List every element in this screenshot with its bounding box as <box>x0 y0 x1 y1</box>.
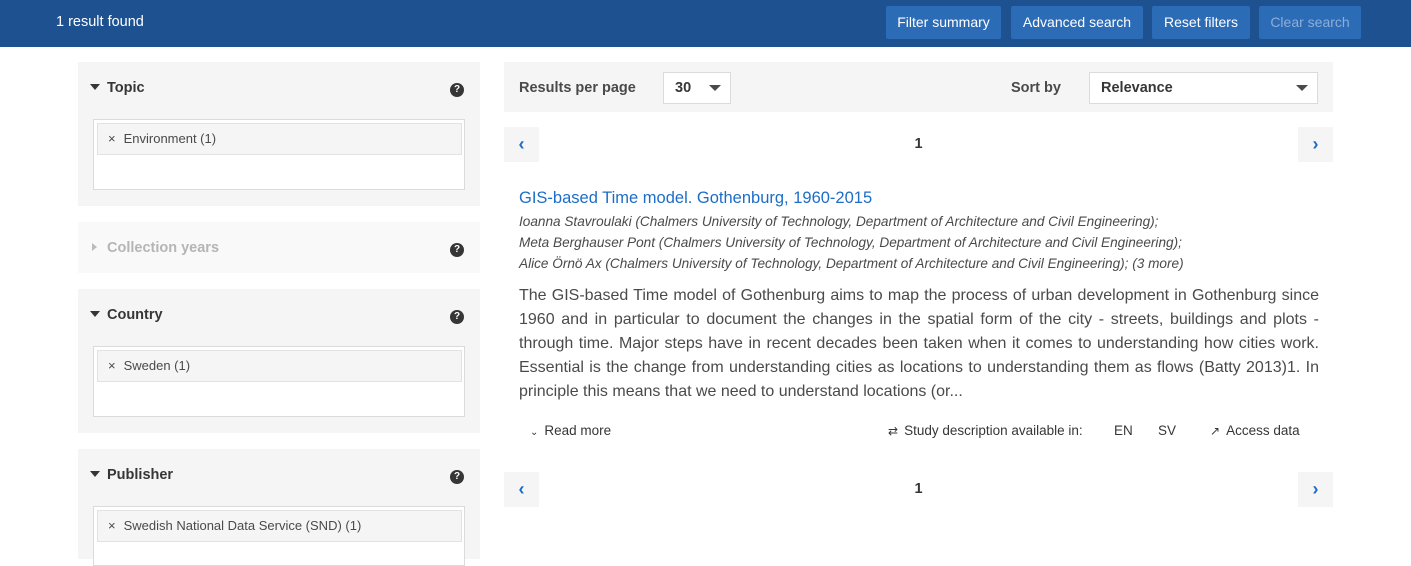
dropdown-arrow-icon <box>1296 85 1308 91</box>
access-data-label: Access data <box>1226 423 1300 438</box>
language-availability: ⇄ Study description available in: <box>888 423 1083 438</box>
available-in-label: Study description available in: <box>904 423 1083 438</box>
selected-tag: × Swedish National Data Service (SND) (1) <box>97 510 462 542</box>
results-per-page-value: 30 <box>675 80 692 96</box>
collection-years-filter-title: Collection years <box>107 240 220 256</box>
result-abstract: The GIS-based Time model of Gothenburg a… <box>519 287 1319 400</box>
selected-tag: × Sweden (1) <box>97 350 462 382</box>
read-more-button[interactable]: ⌄ Read more <box>530 423 611 438</box>
read-more-label: Read more <box>544 423 612 438</box>
caret-right-icon <box>92 243 97 251</box>
selected-tag-label: Sweden (1) <box>123 358 191 373</box>
topic-filter-panel: Topic ? × Environment (1) <box>78 62 480 206</box>
selected-tag: × Environment (1) <box>97 123 462 155</box>
remove-tag-icon[interactable]: × <box>108 518 116 533</box>
country-filter-panel: Country ? × Sweden (1) <box>78 289 480 433</box>
caret-down-icon <box>90 84 100 90</box>
chevron-left-icon[interactable]: ‹ <box>504 472 539 507</box>
results-toolbar: Results per page 30 Sort by Relevance <box>504 62 1333 112</box>
result-count: 1 result found <box>56 14 144 30</box>
publisher-filter-toggle[interactable]: Publisher <box>90 467 173 483</box>
chevron-right-icon[interactable]: › <box>1298 472 1333 507</box>
language-sv-link[interactable]: SV <box>1158 423 1176 438</box>
remove-tag-icon[interactable]: × <box>108 358 116 373</box>
country-select[interactable]: × Sweden (1) <box>93 346 465 417</box>
reset-filters-button[interactable]: Reset filters <box>1152 6 1250 39</box>
selected-tag-label: Environment (1) <box>123 131 217 146</box>
result-author: Alice Örnö Ax (Chalmers University of Te… <box>519 256 1184 271</box>
help-icon[interactable]: ? <box>450 470 464 484</box>
chevron-left-icon[interactable]: ‹ <box>504 127 539 162</box>
external-link-icon: ↗ <box>1210 424 1221 438</box>
country-filter-title: Country <box>107 307 163 323</box>
dropdown-arrow-icon <box>709 85 721 91</box>
selected-tag-label: Swedish National Data Service (SND) (1) <box>123 518 362 533</box>
chevron-right-icon[interactable]: › <box>1298 127 1333 162</box>
publisher-filter-panel: Publisher ? × Swedish National Data Servi… <box>78 449 480 566</box>
chevron-down-icon: ⌄ <box>530 427 539 438</box>
sort-by-label: Sort by <box>1011 80 1061 96</box>
top-bar: 1 result found Filter summary Advanced s… <box>0 0 1411 47</box>
caret-down-icon <box>90 311 100 317</box>
result-author: Ioanna Stavroulaki (Chalmers University … <box>519 214 1159 229</box>
topic-filter-title: Topic <box>107 80 145 96</box>
clear-search-button[interactable]: Clear search <box>1259 6 1361 39</box>
remove-tag-icon[interactable]: × <box>108 131 116 146</box>
topic-filter-toggle[interactable]: Topic <box>90 80 145 96</box>
results-per-page-select[interactable]: 30 <box>663 72 731 104</box>
topic-select[interactable]: × Environment (1) <box>93 119 465 190</box>
publisher-select[interactable]: × Swedish National Data Service (SND) (1) <box>93 506 465 566</box>
current-page[interactable]: 1 <box>504 481 1333 497</box>
help-icon[interactable]: ? <box>450 243 464 257</box>
pagination-bottom: 1 ‹ › <box>504 472 1333 507</box>
language-en-link[interactable]: EN <box>1114 423 1133 438</box>
sort-by-value: Relevance <box>1101 80 1173 96</box>
current-page[interactable]: 1 <box>504 136 1333 152</box>
caret-down-icon <box>90 471 100 477</box>
translate-icon: ⇄ <box>888 424 899 438</box>
publisher-filter-title: Publisher <box>107 467 174 483</box>
help-icon[interactable]: ? <box>450 83 464 97</box>
result-author: Meta Berghauser Pont (Chalmers Universit… <box>519 235 1182 250</box>
results-per-page-label: Results per page <box>519 80 636 96</box>
filter-summary-button[interactable]: Filter summary <box>886 6 1001 39</box>
collection-years-filter-toggle[interactable]: Collection years <box>90 240 219 256</box>
country-filter-toggle[interactable]: Country <box>90 307 163 323</box>
pagination-top: 1 ‹ › <box>504 127 1333 162</box>
sort-by-select[interactable]: Relevance <box>1089 72 1318 104</box>
help-icon[interactable]: ? <box>450 310 464 324</box>
access-data-link[interactable]: ↗ Access data <box>1210 423 1300 438</box>
advanced-search-button[interactable]: Advanced search <box>1011 6 1143 39</box>
collection-years-filter-panel: Collection years ? <box>78 222 480 273</box>
result-title-link[interactable]: GIS-based Time model. Gothenburg, 1960-2… <box>519 189 872 208</box>
